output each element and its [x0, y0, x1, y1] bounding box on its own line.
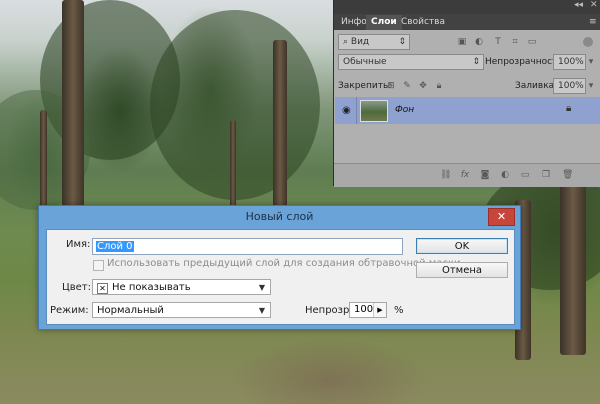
layers-panel: ◂◂ ✕ Инфо Слои Свойства ≡ ⌕ Вид ⇕ ▣ ◐ T ⌗… — [333, 0, 600, 187]
opacity-unit: % — [394, 305, 404, 316]
no-color-icon: ✕ — [97, 283, 108, 294]
lock-all-icon[interactable]: 🔒︎ — [434, 81, 444, 91]
filter-toggle-icon[interactable] — [583, 37, 593, 47]
kind-filter-select[interactable]: ⌕ Вид ⇕ — [338, 34, 410, 50]
color-select-value: Не показывать — [112, 282, 191, 293]
layers-panel-footer: ⛓ fx ◙ ◐ ▭ ❐ 🗑︎ — [334, 163, 600, 187]
opacity-value: 100% — [558, 57, 584, 67]
add-mask-icon[interactable]: ◙ — [480, 170, 490, 180]
lock-icon[interactable]: 🔒︎ — [566, 103, 571, 114]
dialog-title: Новый слой — [245, 210, 314, 223]
panel-menu-icon[interactable]: ≡ — [584, 15, 600, 30]
lock-transparent-icon[interactable]: ⊞ — [386, 81, 396, 91]
panel-tabs: Инфо Слои Свойства ≡ — [334, 14, 600, 30]
mode-select[interactable]: Нормальный ▼ — [92, 302, 271, 318]
link-layers-icon[interactable]: ⛓ — [440, 170, 451, 180]
type-filter-icon[interactable]: T — [493, 37, 503, 47]
layer-name[interactable]: Фон — [395, 105, 414, 115]
adjustment-filter-icon[interactable]: ◐ — [474, 37, 484, 47]
opacity-input[interactable]: 100 ▶ — [349, 302, 387, 318]
color-label: Цвет: — [62, 282, 92, 293]
mode-select-value: Нормальный — [97, 305, 164, 316]
clip-mask-checkbox[interactable] — [93, 260, 104, 271]
search-icon: ⌕ — [343, 37, 351, 47]
smart-object-filter-icon[interactable]: ▭ — [527, 37, 537, 47]
ok-button[interactable]: OK — [416, 238, 508, 254]
cancel-button[interactable]: Отмена — [416, 262, 508, 278]
close-icon: ✕ — [496, 210, 507, 223]
dialog-body: Имя: Слой 0 Использовать предыдущий слой… — [46, 229, 515, 325]
fill-dropdown-icon[interactable]: ▾ — [586, 81, 596, 91]
clip-mask-label: Использовать предыдущий слой для создани… — [107, 258, 461, 269]
mode-label: Режим: — [50, 305, 89, 316]
new-layer-icon[interactable]: ❐ — [541, 170, 551, 180]
fill-field[interactable]: 100% — [553, 78, 586, 94]
lock-position-icon[interactable]: ✥ — [418, 81, 428, 91]
chevron-right-icon[interactable]: ▶ — [373, 303, 386, 317]
chevron-down-icon: ▼ — [258, 306, 265, 315]
name-input-value: Слой 0 — [96, 241, 134, 252]
color-select[interactable]: ✕ Не показывать ▼ — [92, 279, 271, 295]
tab-properties[interactable]: Свойства — [396, 15, 450, 30]
chevron-updown-icon: ⇕ — [472, 57, 480, 67]
name-label: Имя: — [66, 239, 91, 250]
collapse-icon[interactable]: ◂◂ — [574, 0, 583, 10]
fx-icon[interactable]: fx — [460, 170, 470, 180]
close-button[interactable]: ✕ — [488, 208, 515, 226]
blend-mode-select[interactable]: Обычные ⇕ — [338, 54, 484, 70]
opacity-dropdown-icon[interactable]: ▾ — [586, 57, 596, 67]
fill-label: Заливка: — [515, 81, 558, 91]
new-group-icon[interactable]: ▭ — [520, 170, 530, 180]
fill-value: 100% — [558, 81, 584, 91]
lock-label: Закрепить: — [338, 81, 392, 91]
divider — [356, 97, 357, 124]
eye-icon[interactable]: ◉ — [342, 105, 351, 116]
layer-row-background[interactable]: ◉ Фон 🔒︎ — [335, 97, 600, 124]
kind-filter-value: Вид — [350, 37, 370, 47]
blend-mode-value: Обычные — [343, 57, 387, 67]
trash-icon[interactable]: 🗑︎ — [562, 170, 573, 180]
opacity-input-value: 100 — [354, 304, 374, 315]
chevron-updown-icon: ⇕ — [398, 37, 406, 47]
opacity-field[interactable]: 100% — [553, 54, 586, 70]
layer-thumbnail — [360, 100, 388, 122]
name-input[interactable]: Слой 0 — [92, 238, 403, 255]
pixel-filter-icon[interactable]: ▣ — [457, 37, 467, 47]
lock-image-icon[interactable]: ✎ — [402, 81, 412, 91]
shape-filter-icon[interactable]: ⌗ — [510, 37, 520, 47]
chevron-down-icon: ▼ — [258, 283, 265, 292]
new-layer-dialog: Новый слой ✕ Имя: Слой 0 Использовать пр… — [38, 205, 521, 330]
close-icon[interactable]: ✕ — [590, 0, 598, 10]
adjustment-layer-icon[interactable]: ◐ — [500, 170, 510, 180]
panel-top-bar: ◂◂ ✕ — [334, 0, 600, 14]
